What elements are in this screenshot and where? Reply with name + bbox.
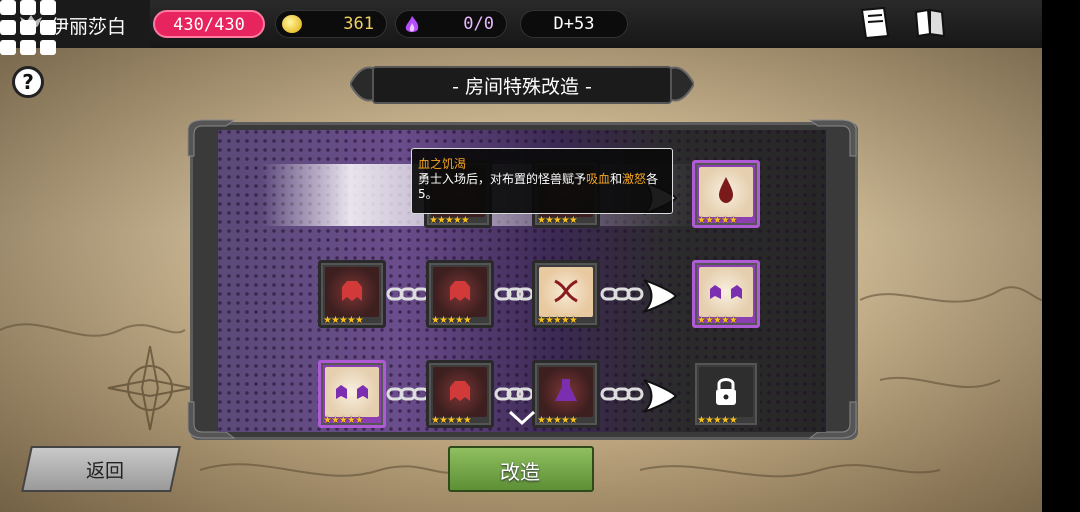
upgrade-slot[interactable]: ★★★★★ xyxy=(532,360,600,428)
star-rating: ★★★★★ xyxy=(697,415,738,426)
upgrade-slot[interactable]: ★★★★★ xyxy=(318,360,386,428)
arrow-right-icon xyxy=(643,279,678,313)
soul-counter: 0/0 xyxy=(395,10,507,38)
star-rating: ★★★★★ xyxy=(697,215,738,226)
arrow-right-icon xyxy=(643,379,678,413)
chain-link xyxy=(494,387,534,401)
tooltip-text: 和 xyxy=(610,172,623,186)
dna-icon xyxy=(554,279,578,303)
upgrade-slot[interactable]: ★★★★★ xyxy=(426,260,494,328)
hp-value: 430/430 xyxy=(173,15,245,35)
gold-value: 361 xyxy=(343,14,374,34)
gold-coin-icon xyxy=(282,15,302,33)
tooltip-description: 勇士入场后，对布置的怪兽赋予吸血和激怒各5。 xyxy=(418,172,658,201)
keyword-enrage: 激怒 xyxy=(622,172,647,186)
upgrade-slot[interactable]: ★★★★★ xyxy=(318,260,386,328)
star-rating: ★★★★★ xyxy=(697,315,738,326)
upgrade-slot[interactable]: ★★★★★ xyxy=(692,260,760,328)
day-value: D+53 xyxy=(553,14,595,34)
lock-icon xyxy=(716,378,736,405)
title-banner: - 房间特殊改造 - xyxy=(350,60,694,108)
modify-button[interactable]: 改造 xyxy=(440,442,602,496)
star-rating: ★★★★★ xyxy=(323,415,364,426)
star-rating: ★★★★★ xyxy=(323,315,364,326)
top-status-bar: 伊丽莎白 430/430 361 0/0 D+53 xyxy=(0,0,1042,48)
compass-rose-icon xyxy=(107,345,193,431)
day-counter: D+53 xyxy=(520,10,628,38)
book-icon[interactable] xyxy=(858,6,892,40)
page-title: - 房间特殊改造 - xyxy=(452,76,592,98)
tooltip-text: 勇士入场后，对布置的怪兽赋予 xyxy=(418,172,587,186)
book-open-icon[interactable] xyxy=(912,6,948,40)
monster-icon xyxy=(450,281,470,301)
chevron-down-icon[interactable] xyxy=(508,410,536,426)
upgrade-slot[interactable]: ★★★★★ xyxy=(426,360,494,428)
locked-slot[interactable]: ★★★★★ xyxy=(692,360,760,428)
hp-counter: 430/430 xyxy=(153,10,265,38)
grid-menu-icon[interactable] xyxy=(0,0,58,56)
monster-icon xyxy=(342,281,362,301)
upgrade-slot[interactable]: ★★★★★ xyxy=(692,160,760,228)
monster-icon xyxy=(450,381,470,401)
star-rating: ★★★★★ xyxy=(537,315,578,326)
star-rating: ★★★★★ xyxy=(429,215,470,226)
twin-monster-icon xyxy=(710,285,742,299)
star-rating: ★★★★★ xyxy=(537,415,578,426)
chain-link xyxy=(386,287,430,301)
chain-link xyxy=(386,387,430,401)
player-name: 伊丽莎白 xyxy=(50,16,127,38)
help-label: ? xyxy=(22,70,34,94)
upgrade-slot[interactable]: ★★★★★ xyxy=(532,260,600,328)
star-rating: ★★★★★ xyxy=(431,415,472,426)
back-button[interactable]: 返回 xyxy=(12,444,181,494)
back-button-label: 返回 xyxy=(86,460,125,482)
star-rating: ★★★★★ xyxy=(431,315,472,326)
chain-link xyxy=(494,287,534,301)
tooltip-title: 血之饥渴 xyxy=(418,157,467,171)
twin-monster-icon xyxy=(336,385,368,399)
star-rating: ★★★★★ xyxy=(537,215,578,226)
screen-edge xyxy=(1042,0,1080,512)
alchemy-icon xyxy=(555,379,577,401)
skill-tooltip: 血之饥渴 勇士入场后，对布置的怪兽赋予吸血和激怒各5。 xyxy=(411,148,673,214)
soul-value: 0/0 xyxy=(463,14,494,34)
gold-counter: 361 xyxy=(275,10,387,38)
help-button[interactable]: ? xyxy=(12,66,44,98)
soul-flame-icon xyxy=(405,16,419,32)
blood-drop-icon xyxy=(719,177,733,203)
keyword-lifesteal: 吸血 xyxy=(586,172,611,186)
modify-button-label: 改造 xyxy=(500,460,540,484)
